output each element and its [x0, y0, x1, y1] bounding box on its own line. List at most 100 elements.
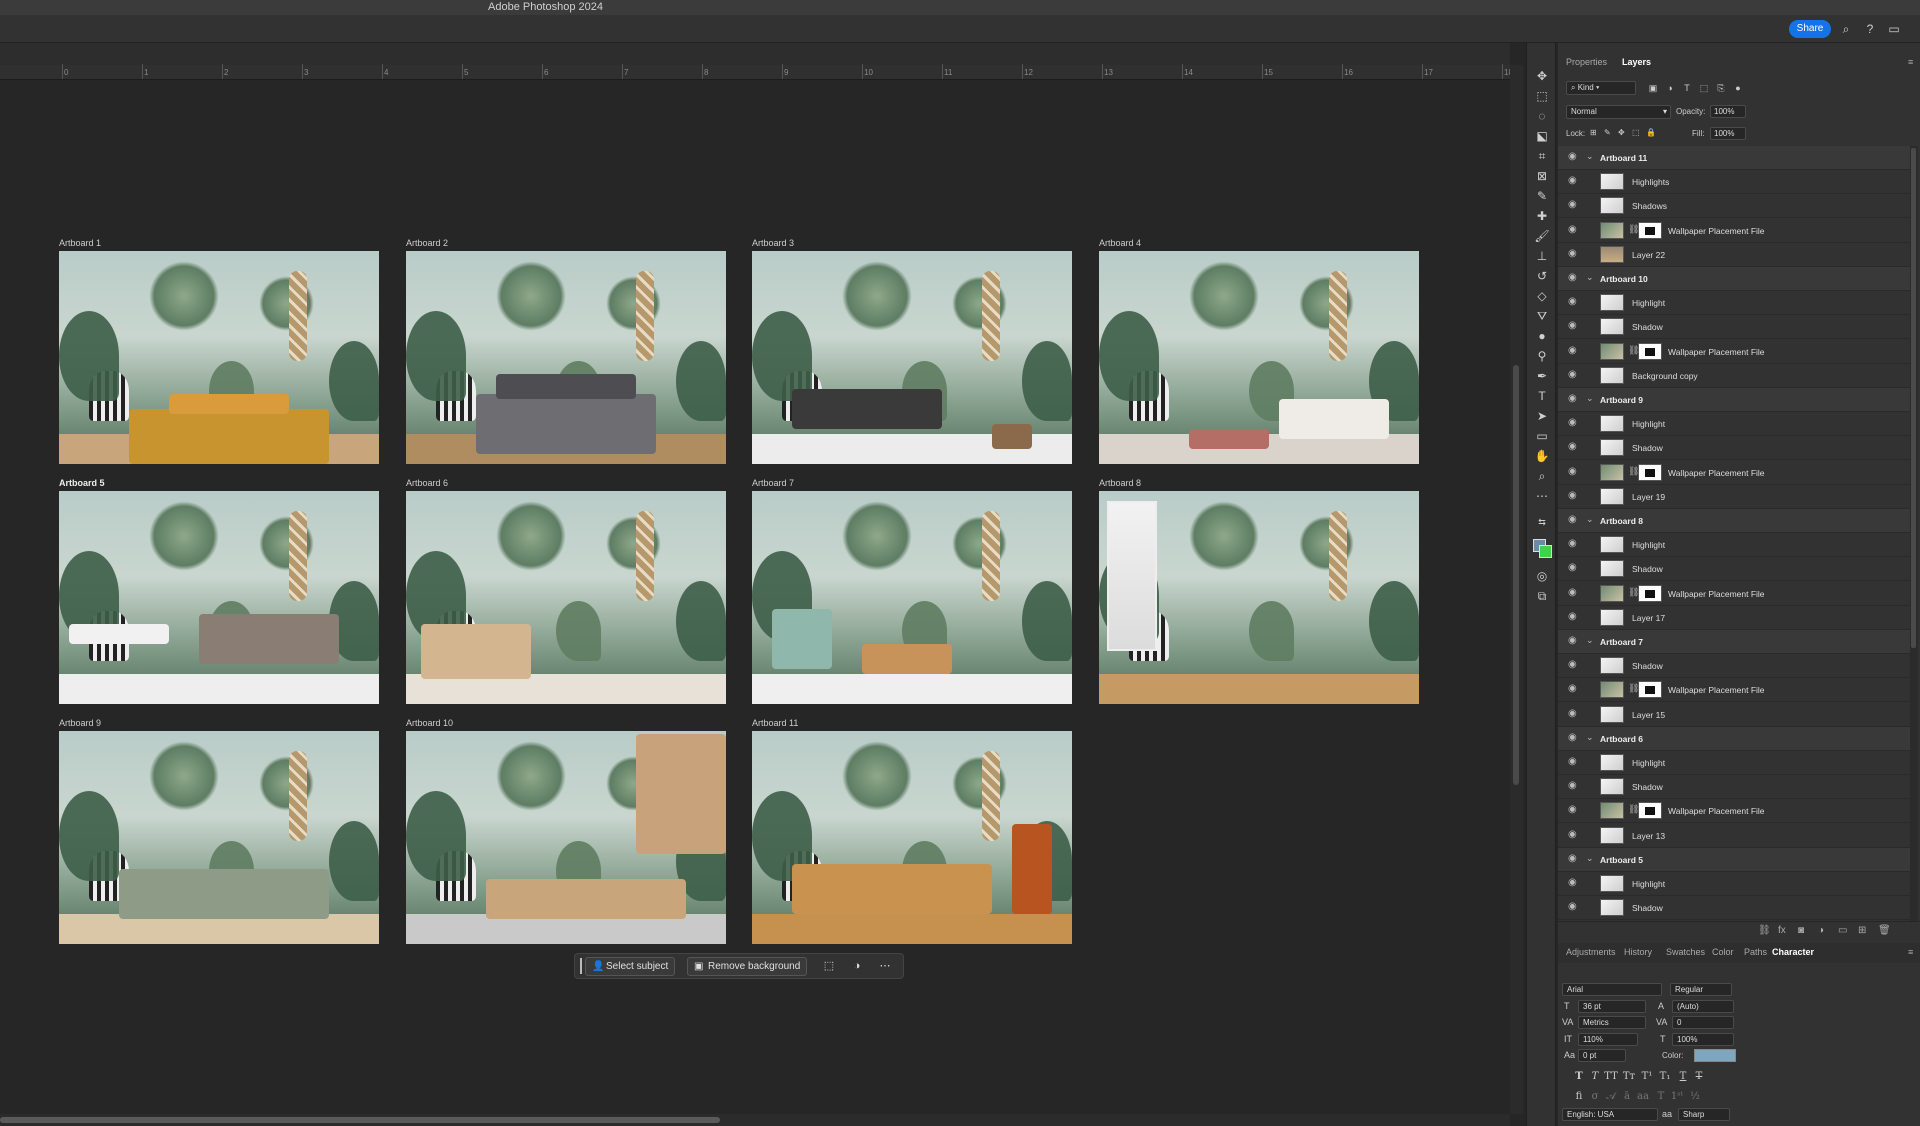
layer-row[interactable]: ◉ Shadow — [1558, 436, 1910, 461]
titling-icon[interactable]: T — [1654, 1091, 1668, 1102]
share-button[interactable]: Share — [1789, 20, 1831, 38]
eye-icon[interactable]: ◉ — [1568, 829, 1577, 840]
eye-icon[interactable]: ◉ — [1568, 877, 1577, 888]
drag-handle[interactable] — [580, 958, 582, 974]
blend-mode-select[interactable]: Normal ▾ — [1566, 105, 1671, 119]
ordinal-icon[interactable]: 1ˢᵗ — [1670, 1091, 1684, 1102]
layer-row[interactable]: ◉ Highlight — [1558, 533, 1910, 558]
panel-menu-icon[interactable]: ≡ — [1908, 57, 1913, 67]
fraction-icon[interactable]: ½ — [1688, 1091, 1702, 1102]
adjustment-layer-icon[interactable]: ◑ — [1818, 925, 1824, 936]
layer-row[interactable]: ◉ ⛓ Wallpaper Placement File — [1558, 799, 1910, 824]
blur-tool-icon[interactable]: ● — [1532, 327, 1552, 345]
trash-icon[interactable]: 🗑 — [1878, 925, 1891, 936]
chevron-down-icon[interactable]: ⌄ — [1586, 151, 1594, 162]
transform-icon[interactable]: ⬚ — [819, 957, 839, 976]
opacity-input[interactable]: 100% — [1710, 105, 1746, 118]
lock-artboard-icon[interactable]: ⬚ — [1632, 128, 1640, 137]
layer-row[interactable]: ◉ Shadows — [1558, 194, 1910, 219]
horizontal-scrollbar[interactable] — [0, 1114, 1510, 1126]
layer-row[interactable]: ◉ Shadow — [1558, 315, 1910, 340]
eye-icon[interactable]: ◉ — [1568, 345, 1577, 356]
lock-transparent-icon[interactable]: ⊞ — [1590, 128, 1597, 137]
artboard[interactable]: Artboard 11 — [752, 718, 1072, 944]
layer-group-row[interactable]: ◉ ⌄ Artboard 6 — [1558, 726, 1910, 751]
eye-icon[interactable]: ◉ — [1568, 417, 1577, 428]
layer-group-row[interactable]: ◉ ⌄ Artboard 10 — [1558, 267, 1910, 291]
layer-group-row[interactable]: ◉ ⌄ Artboard 5 — [1558, 847, 1910, 872]
fx-icon[interactable]: fx — [1778, 925, 1786, 936]
artboard[interactable]: Artboard 4 — [1099, 238, 1419, 464]
artboard[interactable]: Artboard 10 — [406, 718, 726, 944]
filter-kind-select[interactable]: ⌕ Kind ▾ — [1566, 81, 1636, 95]
eye-icon[interactable]: ◉ — [1568, 393, 1577, 404]
scroll-thumb[interactable] — [1513, 365, 1519, 785]
swash-icon[interactable]: 𝒜 — [1604, 1091, 1618, 1102]
tab-adjustments[interactable]: Adjustments — [1566, 947, 1616, 957]
lasso-tool-icon[interactable]: ◌ — [1532, 107, 1552, 125]
layer-row[interactable]: ◉ Highlight — [1558, 872, 1910, 896]
leading-input[interactable]: (Auto) — [1672, 1000, 1734, 1013]
pixel-filter-icon[interactable]: ▣ — [1646, 81, 1660, 95]
antialias-select[interactable]: Sharp — [1678, 1108, 1730, 1121]
lock-image-icon[interactable]: ✎ — [1604, 128, 1611, 137]
ligature-icon[interactable]: fi — [1572, 1091, 1586, 1102]
eye-icon[interactable]: ◉ — [1568, 780, 1577, 791]
eye-icon[interactable]: ◉ — [1568, 562, 1577, 573]
history-brush-icon[interactable]: ↺ — [1532, 267, 1552, 285]
layer-mask-thumbnail[interactable] — [1638, 802, 1662, 820]
stylistic-icon[interactable]: aa — [1636, 1091, 1650, 1102]
select-subject-button[interactable]: 👤 Select subject — [585, 957, 676, 976]
text-color-swatch[interactable] — [1694, 1049, 1736, 1062]
artboard-label[interactable]: Artboard 2 — [406, 238, 448, 248]
eye-icon[interactable]: ◉ — [1568, 756, 1577, 767]
eye-icon[interactable]: ◉ — [1568, 490, 1577, 501]
artboard-label[interactable]: Artboard 8 — [1099, 478, 1141, 488]
eye-icon[interactable]: ◉ — [1568, 732, 1577, 743]
eye-icon[interactable]: ◉ — [1568, 587, 1577, 598]
swap-colors-icon[interactable]: ⇆ — [1532, 513, 1552, 531]
artboard[interactable]: Artboard 3 — [752, 238, 1072, 464]
faux-italic-icon[interactable]: T — [1588, 1071, 1602, 1082]
layer-group-row[interactable]: ◉ ⌄ Artboard 11 — [1558, 146, 1910, 170]
artboard-label[interactable]: Artboard 1 — [59, 238, 101, 248]
adjustment-icon[interactable]: ◑ — [847, 957, 867, 976]
tracking-select[interactable]: 0 — [1672, 1016, 1734, 1029]
vertical-scrollbar[interactable] — [1510, 65, 1523, 1114]
layer-row[interactable]: ◉ Layer 17 — [1558, 606, 1910, 630]
layer-group-row[interactable]: ◉ ⌄ Artboard 8 — [1558, 509, 1910, 533]
layer-row[interactable]: ◉ Shadow — [1558, 557, 1910, 582]
chevron-down-icon[interactable]: ⌄ — [1586, 853, 1594, 864]
artboard-label[interactable]: Artboard 3 — [752, 238, 794, 248]
font-family-select[interactable]: Arial — [1562, 983, 1662, 996]
workspace-icon[interactable]: ▭ — [1886, 21, 1902, 37]
tab-properties[interactable]: Properties — [1566, 57, 1607, 67]
eye-icon[interactable]: ◉ — [1568, 635, 1577, 646]
eye-icon[interactable]: ◉ — [1568, 441, 1577, 452]
layer-row[interactable]: ◉ Background copy — [1558, 364, 1910, 388]
more-tools-icon[interactable]: ⋯ — [1532, 487, 1552, 505]
layer-group-row[interactable]: ◉ ⌄ Artboard 7 — [1558, 630, 1910, 654]
small-caps-icon[interactable]: Tт — [1622, 1071, 1636, 1082]
pen-tool-icon[interactable]: ✒ — [1532, 367, 1552, 385]
help-icon[interactable]: ? — [1862, 21, 1878, 37]
marquee-tool-icon[interactable]: ⬚ — [1532, 87, 1552, 105]
path-select-icon[interactable]: ➤ — [1532, 407, 1552, 425]
eye-icon[interactable]: ◉ — [1568, 224, 1577, 235]
eye-icon[interactable]: ◉ — [1568, 901, 1577, 912]
lock-position-icon[interactable]: ✥ — [1618, 128, 1625, 137]
eye-icon[interactable]: ◉ — [1568, 369, 1577, 380]
background-color-swatch[interactable] — [1539, 545, 1552, 558]
layer-mask-thumbnail[interactable] — [1638, 342, 1662, 360]
baseline-shift-input[interactable]: 0 pt — [1578, 1049, 1626, 1062]
layer-row[interactable]: ◉ ⛓ Wallpaper Placement File — [1558, 678, 1910, 703]
chevron-down-icon[interactable]: ⌄ — [1586, 393, 1594, 404]
layer-row[interactable]: ◉ Layer 22 — [1558, 243, 1910, 267]
layer-row[interactable]: ◉ Highlight — [1558, 751, 1910, 775]
chevron-down-icon[interactable]: ⌄ — [1586, 635, 1594, 646]
eye-icon[interactable]: ◉ — [1568, 853, 1577, 864]
artboard-label[interactable]: Artboard 4 — [1099, 238, 1141, 248]
chevron-down-icon[interactable]: ⌄ — [1586, 732, 1594, 743]
folder-icon[interactable]: ▭ — [1838, 925, 1847, 936]
quick-mask-icon[interactable]: ◎ — [1532, 567, 1552, 585]
